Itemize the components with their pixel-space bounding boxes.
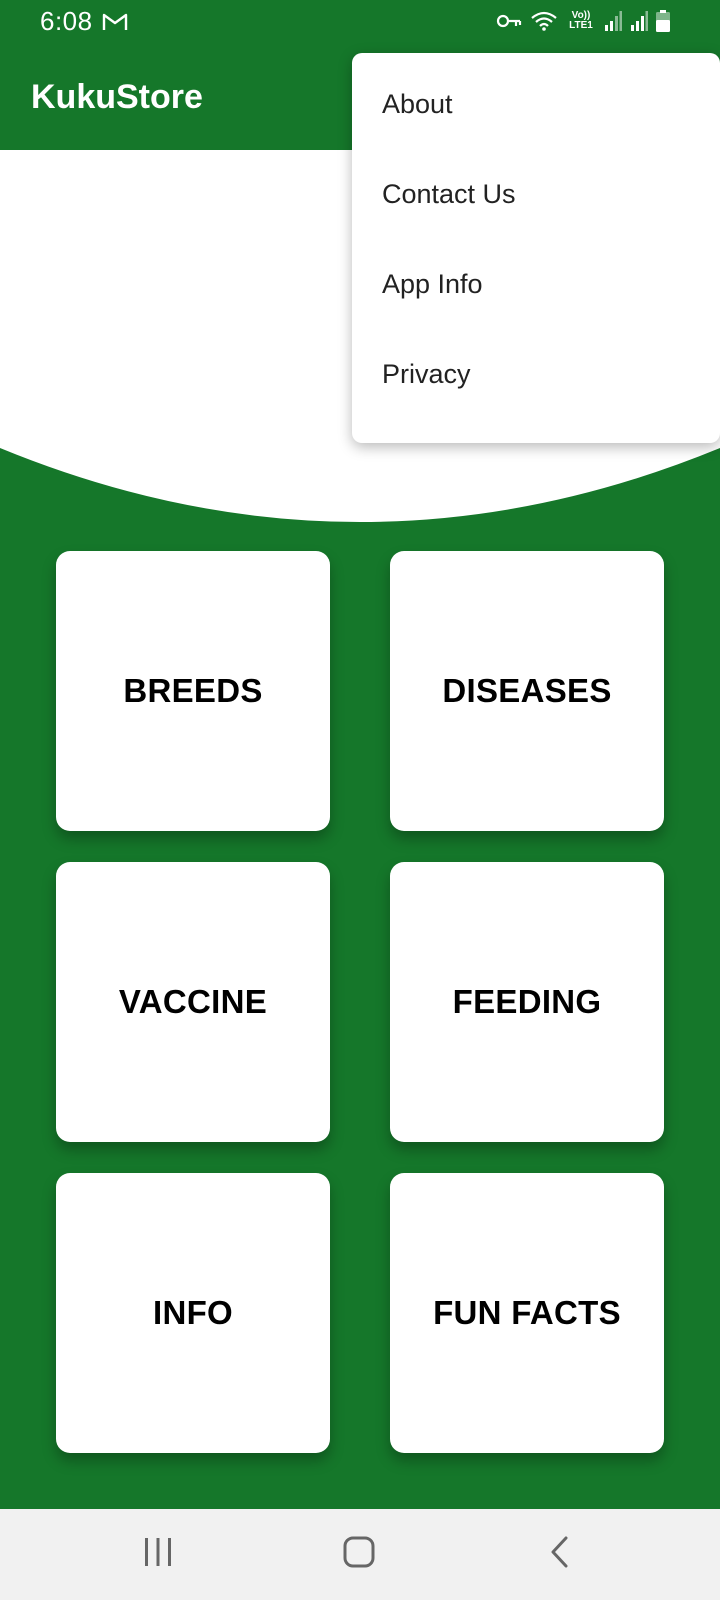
menu-item-contact-us-label: Contact Us xyxy=(382,179,516,209)
home-icon[interactable] xyxy=(342,1535,376,1574)
vaccine-card-label: VACCINE xyxy=(118,983,268,1020)
menu-item-app-info-label: App Info xyxy=(382,269,483,299)
menu-item-privacy[interactable]: Privacy xyxy=(352,347,720,437)
info-card[interactable]: INFO xyxy=(56,1173,330,1453)
vaccine-card[interactable]: VACCINE xyxy=(56,862,330,1142)
breeds-card[interactable]: BREEDS xyxy=(56,551,330,831)
status-time: 6:08 xyxy=(40,6,93,36)
fun-facts-card[interactable]: FUN FACTS xyxy=(390,1173,664,1453)
info-card-label: INFO xyxy=(152,1294,234,1331)
feeding-card-label: FEEDING xyxy=(452,983,602,1020)
gmail-icon xyxy=(102,12,128,37)
diseases-card[interactable]: DISEASES xyxy=(390,551,664,831)
signal-icon xyxy=(604,11,622,31)
status-icons: Vo)) LTE1 xyxy=(496,10,670,32)
app-title: KukuStore xyxy=(31,78,203,116)
menu-item-privacy-label: Privacy xyxy=(382,359,471,389)
overflow-menu: About Contact Us App Info Privacy xyxy=(352,53,720,443)
back-icon[interactable] xyxy=(548,1535,572,1574)
menu-item-about-label: About xyxy=(382,89,453,119)
wifi-icon xyxy=(530,10,558,32)
vpn-key-icon xyxy=(496,12,522,30)
volte-indicator: Vo)) LTE1 xyxy=(566,11,596,31)
menu-item-about[interactable]: About xyxy=(352,77,720,167)
diseases-card-label: DISEASES xyxy=(442,672,612,709)
feeding-card[interactable]: FEEDING xyxy=(390,862,664,1142)
breeds-card-label: BREEDS xyxy=(123,672,263,709)
volte-bottom-text: LTE1 xyxy=(569,20,593,31)
status-bar: 6:08 Vo)) LTE1 xyxy=(0,0,720,44)
menu-item-contact-us[interactable]: Contact Us xyxy=(352,167,720,257)
menu-item-app-info[interactable]: App Info xyxy=(352,257,720,347)
signal-icon-2 xyxy=(630,11,648,31)
navigation-bar xyxy=(0,1509,720,1600)
battery-icon xyxy=(656,10,670,32)
fun-facts-card-label: FUN FACTS xyxy=(433,1294,621,1331)
recent-apps-icon[interactable] xyxy=(142,1535,174,1574)
